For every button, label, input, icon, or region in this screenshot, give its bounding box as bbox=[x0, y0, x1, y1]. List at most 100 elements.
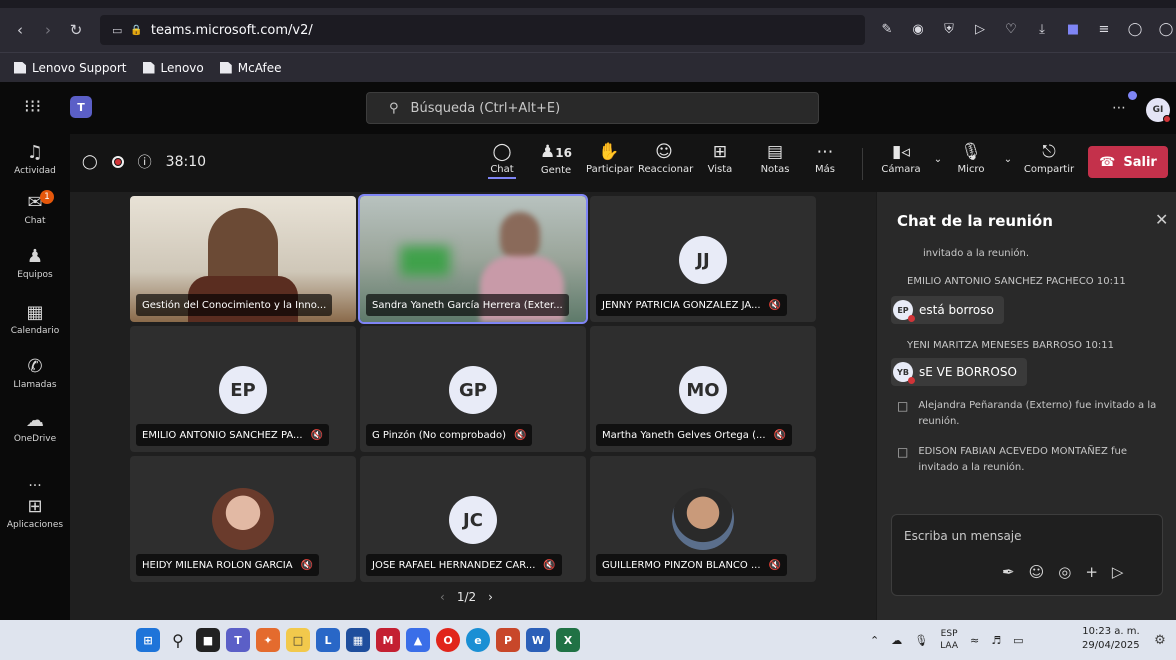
participant-tile[interactable]: EP EMILIO ANTONIO SANCHEZ PA... 🔇 bbox=[130, 326, 356, 452]
participant-tile[interactable]: JC JOSE RAFAEL HERNANDEZ CAR... 🔇 bbox=[360, 456, 586, 582]
wifi-icon[interactable]: ≈ bbox=[970, 634, 979, 647]
shield-icon[interactable]: ⛨ bbox=[938, 18, 960, 40]
participant-tile[interactable]: GUILLERMO PINZON BLANCO ... 🔇 bbox=[590, 456, 816, 582]
info-icon[interactable]: ⓘ bbox=[138, 152, 152, 172]
participant-name: JENNY PATRICIA GONZALEZ JA... 🔇 bbox=[596, 294, 788, 316]
extension-icon[interactable]: ■ bbox=[1062, 18, 1084, 40]
word-icon[interactable]: W bbox=[526, 628, 550, 652]
pocket-icon[interactable]: ♡ bbox=[1000, 18, 1022, 40]
url-bar[interactable]: ▭ 🔒 teams.microsoft.com/v2/ bbox=[100, 15, 865, 45]
mcafee-icon[interactable]: M bbox=[376, 628, 400, 652]
share-button[interactable]: ⎋ Compartir bbox=[1022, 140, 1076, 175]
rail-item-chat[interactable]: ✉ 1 Chat bbox=[0, 190, 70, 226]
opera-icon[interactable]: O bbox=[436, 628, 460, 652]
participant-tile[interactable]: MO Martha Yaneth Gelves Ortega (... 🔇 bbox=[590, 326, 816, 452]
search-input[interactable]: Búsqueda (Ctrl+Alt+E) bbox=[411, 101, 561, 116]
reload-icon[interactable]: ↻ bbox=[62, 16, 90, 44]
mic-button[interactable]: 🎙 Micro bbox=[954, 140, 988, 175]
view-button[interactable]: ⊞ Vista bbox=[704, 140, 736, 175]
bookmark-lenovo[interactable]: Lenovo bbox=[142, 61, 204, 75]
participant-tile[interactable]: Gestión del Conocimiento y la Inno... bbox=[130, 196, 356, 322]
close-icon[interactable]: ✕ bbox=[1155, 210, 1168, 229]
system-message: invitado a la reunión. bbox=[923, 246, 1176, 262]
rail-item-teams[interactable]: ♟ Equipos bbox=[0, 246, 70, 280]
send-icon[interactable]: ▷ bbox=[1112, 563, 1124, 581]
chevron-left-icon[interactable]: ‹ bbox=[440, 590, 445, 604]
emoji-icon[interactable]: ☺ bbox=[1029, 563, 1045, 581]
menu-icon[interactable]: ≡ bbox=[1093, 18, 1115, 40]
search-icon[interactable]: ⚲ bbox=[166, 628, 190, 652]
user-avatar[interactable]: GI bbox=[1146, 98, 1171, 123]
more-options-icon[interactable]: ⋯ bbox=[1112, 100, 1126, 116]
search-box[interactable]: ⚲ Búsqueda (Ctrl+Alt+E) bbox=[366, 92, 819, 124]
store-icon[interactable]: ▦ bbox=[346, 628, 370, 652]
account-icon[interactable]: ◯ bbox=[1124, 18, 1146, 40]
chat-button[interactable]: ◯ Chat bbox=[488, 140, 516, 179]
page-icon bbox=[142, 61, 155, 74]
clock[interactable]: 10:23 a. m. 29/04/2025 bbox=[1082, 625, 1140, 653]
teams-app-icon[interactable]: T bbox=[226, 628, 250, 652]
rail-item-calendar[interactable]: ▦ Calendario bbox=[0, 302, 70, 336]
participant-name: G Pinzón (No comprobado) 🔇 bbox=[366, 424, 533, 446]
network-tray-icon[interactable]: ☁ bbox=[891, 634, 902, 647]
mic-options-icon[interactable]: ⌄ bbox=[1002, 154, 1014, 165]
chevron-up-icon[interactable]: ⌃ bbox=[870, 634, 879, 647]
edit-icon[interactable]: ✎ bbox=[876, 18, 898, 40]
play-icon[interactable]: ▷ bbox=[969, 18, 991, 40]
rail-item-activity[interactable]: ♫ Actividad bbox=[0, 142, 70, 176]
participant-tile[interactable]: JJ JENNY PATRICIA GONZALEZ JA... 🔇 bbox=[590, 196, 816, 322]
mic-tray-icon[interactable]: 🎙 bbox=[914, 634, 928, 647]
app-launcher-icon[interactable]: ⁝⁝⁝ bbox=[24, 96, 41, 117]
task-view-icon[interactable]: ■ bbox=[196, 628, 220, 652]
copilot-icon[interactable]: ✦ bbox=[256, 628, 280, 652]
message-composer[interactable]: Escriba un mensaje ✒ ☺ ◎ + ▷ bbox=[891, 514, 1163, 596]
leave-label: Salir bbox=[1123, 154, 1157, 170]
participant-name-text: GUILLERMO PINZON BLANCO ... bbox=[602, 559, 761, 571]
plus-icon[interactable]: + bbox=[1085, 563, 1098, 581]
chevron-right-icon[interactable]: › bbox=[488, 590, 493, 604]
shield-icon[interactable]: ◯ bbox=[82, 154, 98, 170]
chat-message[interactable]: EP está borroso bbox=[891, 296, 1004, 324]
forward-icon[interactable]: › bbox=[34, 16, 62, 44]
screenshot-icon[interactable]: ◉ bbox=[907, 18, 929, 40]
bookmark-mcafee[interactable]: McAfee bbox=[219, 61, 281, 75]
chat-message[interactable]: YB sE VE BORROSO bbox=[891, 358, 1027, 386]
rail-item-onedrive[interactable]: ☁ OneDrive bbox=[0, 410, 70, 444]
more-button[interactable]: ⋯ Más bbox=[812, 140, 838, 175]
start-icon[interactable]: ⊞ bbox=[136, 628, 160, 652]
participant-tile[interactable]: HEIDY MILENA ROLON GARCIA 🔇 bbox=[130, 456, 356, 582]
participant-tile[interactable]: GP G Pinzón (No comprobado) 🔇 bbox=[360, 326, 586, 452]
format-icon[interactable]: ✒ bbox=[1002, 563, 1015, 581]
people-button[interactable]: ♟16 Gente bbox=[536, 140, 576, 176]
rail-item-more[interactable]: ... bbox=[0, 474, 70, 490]
bookmark-lenovo-support[interactable]: Lenovo Support bbox=[14, 61, 127, 75]
rail-item-calls[interactable]: ✆ Llamadas bbox=[0, 356, 70, 390]
camera-options-icon[interactable]: ⌄ bbox=[932, 154, 944, 165]
message-input[interactable]: Escriba un mensaje bbox=[904, 529, 1022, 543]
participant-tile-active[interactable]: Sandra Yaneth García Herrera (Exter... bbox=[358, 194, 588, 324]
file-explorer-icon[interactable]: □ bbox=[286, 628, 310, 652]
edge-icon[interactable]: e bbox=[466, 628, 490, 652]
toolbar-label: Gente bbox=[540, 165, 572, 176]
volume-icon[interactable]: ♬ bbox=[991, 634, 1001, 647]
back-icon[interactable]: ‹ bbox=[6, 16, 34, 44]
app-icon[interactable]: ▲ bbox=[406, 628, 430, 652]
excel-icon[interactable]: X bbox=[556, 628, 580, 652]
firefox-icon[interactable]: ◯ bbox=[1155, 18, 1176, 40]
powerpoint-icon[interactable]: P bbox=[496, 628, 520, 652]
language-indicator[interactable]: ESP LAA bbox=[940, 628, 958, 652]
lenovo-vantage-icon[interactable]: L bbox=[316, 628, 340, 652]
notes-button[interactable]: ▤ Notas bbox=[758, 140, 792, 175]
notifications-icon[interactable]: ⚙ bbox=[1148, 628, 1172, 652]
download-icon[interactable]: ⤓ bbox=[1031, 18, 1053, 40]
battery-icon[interactable]: ▭ bbox=[1013, 634, 1023, 647]
system-message-text: invitado a la reunión. bbox=[923, 248, 1030, 259]
rail-item-apps[interactable]: ⊞ Aplicaciones bbox=[0, 496, 70, 530]
meeting-toolbar: ◯ ⓘ 38:10 ◯ Chat ♟16 Gente ✋ Participar ☺ Re… bbox=[70, 134, 1176, 192]
react-button[interactable]: ☺ Reaccionar bbox=[638, 140, 693, 175]
raise-hand-button[interactable]: ✋ Participar bbox=[586, 140, 633, 175]
leave-button[interactable]: ☎ Salir bbox=[1088, 146, 1168, 178]
camera-button[interactable]: ▮◃ Cámara bbox=[880, 140, 922, 175]
loop-icon[interactable]: ◎ bbox=[1058, 563, 1071, 581]
browser-toolbar: ‹ › ↻ ▭ 🔒 teams.microsoft.com/v2/ ✎ ◉ ⛨ … bbox=[0, 0, 1176, 52]
